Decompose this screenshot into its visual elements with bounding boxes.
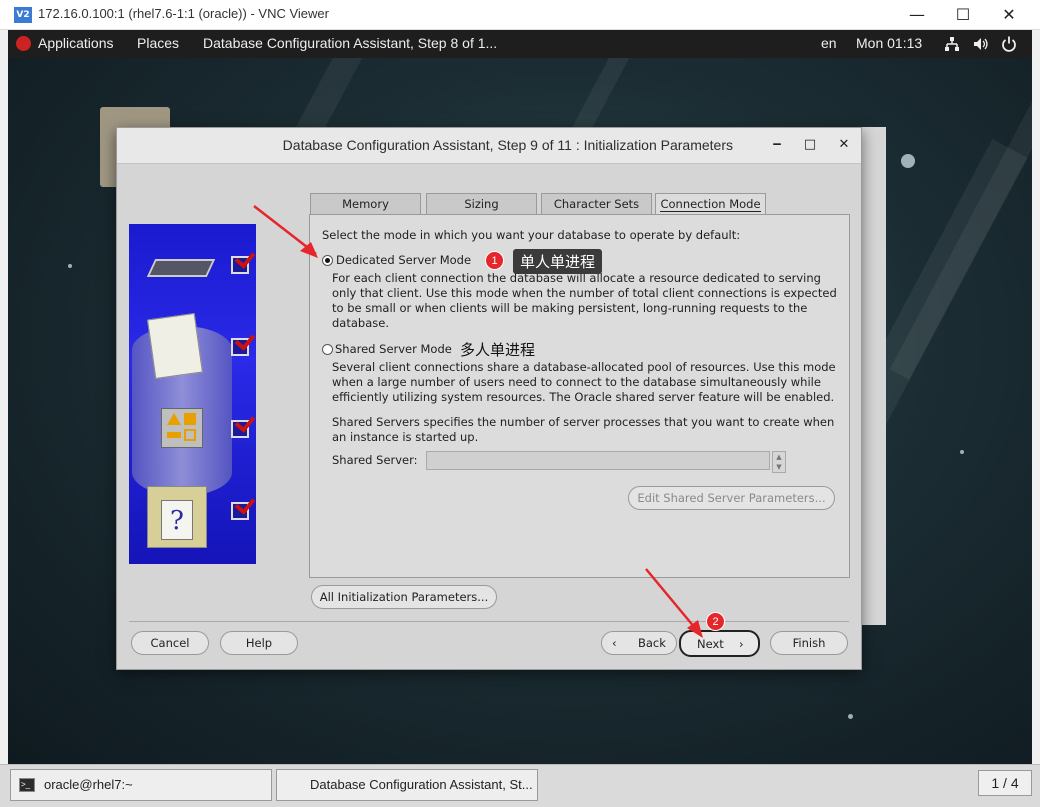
- bottom-taskbar: >_ oracle@rhel7:~ Database Configuration…: [0, 764, 1040, 807]
- arrow-to-next: [645, 568, 701, 635]
- step-badge-1: 1: [485, 251, 504, 270]
- step-badge-2: 2: [706, 612, 725, 631]
- annotation-callout-dedicated: 单人单进程: [513, 249, 603, 274]
- terminal-icon: >_: [19, 778, 35, 792]
- taskbar-terminal-item[interactable]: >_ oracle@rhel7:~: [10, 769, 272, 801]
- taskbar-dbca-item[interactable]: Database Configuration Assistant, St...: [276, 769, 538, 801]
- workspace-indicator[interactable]: 1 / 4: [978, 770, 1032, 796]
- annotation-label-shared: 多人单进程: [460, 341, 536, 359]
- annotation-arrows: [253, 205, 703, 638]
- taskbar-terminal-label: oracle@rhel7:~: [44, 777, 133, 792]
- taskbar-dbca-label: Database Configuration Assistant, St...: [310, 777, 533, 792]
